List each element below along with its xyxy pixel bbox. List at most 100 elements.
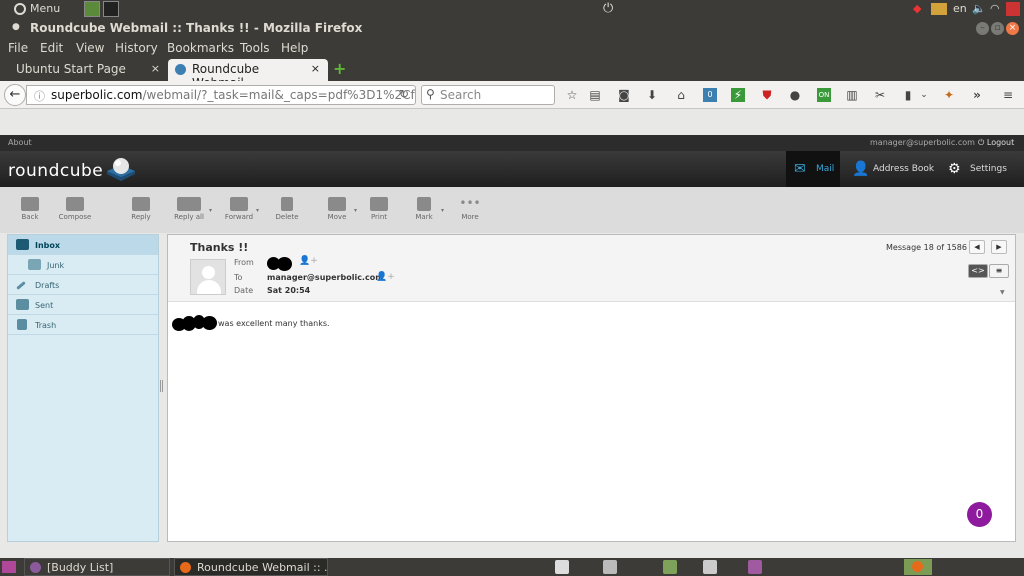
extension-icon[interactable]: ▮ (901, 88, 915, 102)
alert-icon[interactable]: ◆ (913, 2, 921, 15)
search-icon: ⚲ (426, 87, 435, 101)
folder-trash[interactable]: Trash (8, 315, 158, 335)
roundcube-favicon-icon (175, 64, 186, 75)
task-settings[interactable]: ⚙ Settings (944, 151, 1020, 187)
person-icon: 👤 (852, 161, 870, 177)
about-link[interactable]: About (8, 138, 32, 147)
folder-sent[interactable]: Sent (8, 295, 158, 315)
extension-icon[interactable]: ✦ (942, 88, 956, 102)
home-icon[interactable]: ⌂ (674, 88, 688, 102)
bookmark-star-icon[interactable]: ☆ (565, 88, 579, 102)
shield-icon[interactable]: ⛊ (760, 88, 774, 102)
toolbar-label: Compose (58, 213, 92, 221)
forward-button[interactable]: Forward ▾ (219, 197, 259, 221)
info-icon[interactable]: ⓘ (34, 88, 45, 104)
back-toolbar-button[interactable]: Back (10, 197, 50, 221)
extension-icon[interactable]: ✂ (873, 88, 887, 102)
reply-all-button[interactable]: Reply all ▾ (166, 197, 212, 221)
chevron-down-icon[interactable]: ▾ (209, 207, 212, 214)
reply-button[interactable]: Reply (121, 197, 161, 221)
reload-icon[interactable]: ↻ (399, 87, 409, 101)
mail-toolbar: Back Compose Reply Reply all ▾ Forward ▾ D… (0, 187, 1024, 233)
back-button[interactable]: ← (4, 84, 26, 106)
menu-bookmarks[interactable]: Bookmarks (167, 41, 234, 55)
pocket-icon[interactable]: ◙ (617, 88, 631, 102)
add-contact-icon[interactable]: 👤+ (299, 256, 318, 266)
terminal-icon[interactable] (103, 1, 119, 17)
delete-button[interactable]: Delete (267, 197, 307, 221)
hamburger-menu-icon[interactable]: ≡ (1001, 88, 1015, 102)
chevron-down-icon[interactable]: ▾ (354, 207, 357, 214)
camera-icon[interactable] (703, 560, 717, 574)
task-address-book[interactable]: 👤 Address Book (848, 151, 938, 187)
menu-view[interactable]: View (76, 41, 104, 55)
notification-icon[interactable] (1006, 2, 1020, 16)
wifi-icon[interactable]: ◠ (990, 2, 1000, 15)
plain-view-button[interactable]: ≡ (989, 264, 1009, 278)
add-contact-icon[interactable]: 👤+ (376, 272, 395, 282)
overflow-menu-icon[interactable]: » (970, 88, 984, 102)
sent-icon (16, 299, 29, 310)
display-icon[interactable] (931, 3, 947, 15)
extension-icon[interactable]: ⚡ (731, 88, 745, 102)
download-icon[interactable]: ⬇ (645, 88, 659, 102)
menu-file[interactable]: File (8, 41, 28, 55)
previous-message-button[interactable]: ◀ (969, 240, 985, 254)
roundcube-logo[interactable]: roundcube (8, 161, 103, 181)
task-mail[interactable]: ✉ Mail (786, 151, 840, 187)
chevron-down-icon[interactable]: ▾ (441, 207, 444, 214)
more-button[interactable]: ••• More (450, 197, 490, 221)
menu-history[interactable]: History (115, 41, 158, 55)
folder-drafts[interactable]: Drafts (8, 275, 158, 295)
extension-icon[interactable]: ▥ (845, 88, 859, 102)
home-folder-icon[interactable] (84, 1, 100, 17)
keyboard-layout[interactable]: en (953, 2, 967, 15)
folder-inbox[interactable]: Inbox (8, 235, 158, 255)
pane-splitter[interactable] (160, 380, 163, 392)
menu-tools[interactable]: Tools (240, 41, 270, 55)
logout-button[interactable]: ⏻ Logout (978, 138, 1014, 148)
maximize-button[interactable]: ▫ (991, 22, 1004, 35)
search-input[interactable]: ⚲ Search (421, 85, 555, 105)
reading-list-icon[interactable]: ▤ (588, 88, 602, 102)
volume-icon[interactable]: 🔈 (972, 2, 986, 15)
url-bar[interactable]: ⓘ superbolic.com/webmail/?_task=mail&_ca… (26, 85, 416, 105)
menu-edit[interactable]: Edit (40, 41, 63, 55)
ubuntu-menu-icon[interactable] (14, 3, 26, 15)
close-tab-icon[interactable]: × (151, 62, 160, 75)
task-label: Mail (816, 164, 835, 174)
close-button[interactable]: × (1006, 22, 1019, 35)
next-message-button[interactable]: ▶ (991, 240, 1007, 254)
mark-button[interactable]: Mark ▾ (404, 197, 444, 221)
minimize-button[interactable]: – (976, 22, 989, 35)
task-label: Address Book (873, 164, 935, 174)
tab-ubuntu-start[interactable]: Ubuntu Start Page × (8, 59, 168, 81)
tab-roundcube[interactable]: Roundcube Webmail... × (168, 59, 328, 90)
new-tab-icon[interactable]: + (333, 61, 347, 77)
chevron-down-icon[interactable]: ⌄ (917, 88, 931, 102)
print-button[interactable]: Print (359, 197, 399, 221)
taskbar-roundcube[interactable]: Roundcube Webmail :: ... (174, 558, 328, 576)
show-desktop-icon[interactable] (2, 561, 16, 573)
screenshot-icon[interactable] (748, 560, 762, 574)
compose-button[interactable]: Compose (55, 197, 95, 221)
folder-junk[interactable]: Junk (8, 255, 158, 275)
chat-count-badge[interactable]: 0 (967, 502, 992, 527)
trash-icon[interactable] (603, 560, 617, 574)
chevron-down-icon[interactable]: ▾ (256, 207, 259, 214)
chevron-down-icon[interactable]: ▼ (1000, 289, 1005, 296)
redacted-sender[interactable] (277, 257, 292, 271)
taskbar-buddy-list[interactable]: [Buddy List] (24, 558, 170, 576)
move-button[interactable]: Move ▾ (317, 197, 357, 221)
printer-icon[interactable] (555, 560, 569, 574)
extension-icon[interactable]: ● (788, 88, 802, 102)
os-menu-button[interactable]: Menu (30, 2, 60, 15)
close-tab-icon[interactable]: × (311, 62, 320, 75)
toggle-on-icon[interactable]: ON (817, 88, 831, 102)
power-icon[interactable]: ⏻ (603, 1, 613, 16)
html-view-button[interactable]: <> (968, 264, 988, 278)
to-address[interactable]: manager@superbolic.com (267, 273, 384, 282)
menu-help[interactable]: Help (281, 41, 308, 55)
folder-icon[interactable] (663, 560, 677, 574)
extension-icon[interactable]: 0 (703, 88, 717, 102)
